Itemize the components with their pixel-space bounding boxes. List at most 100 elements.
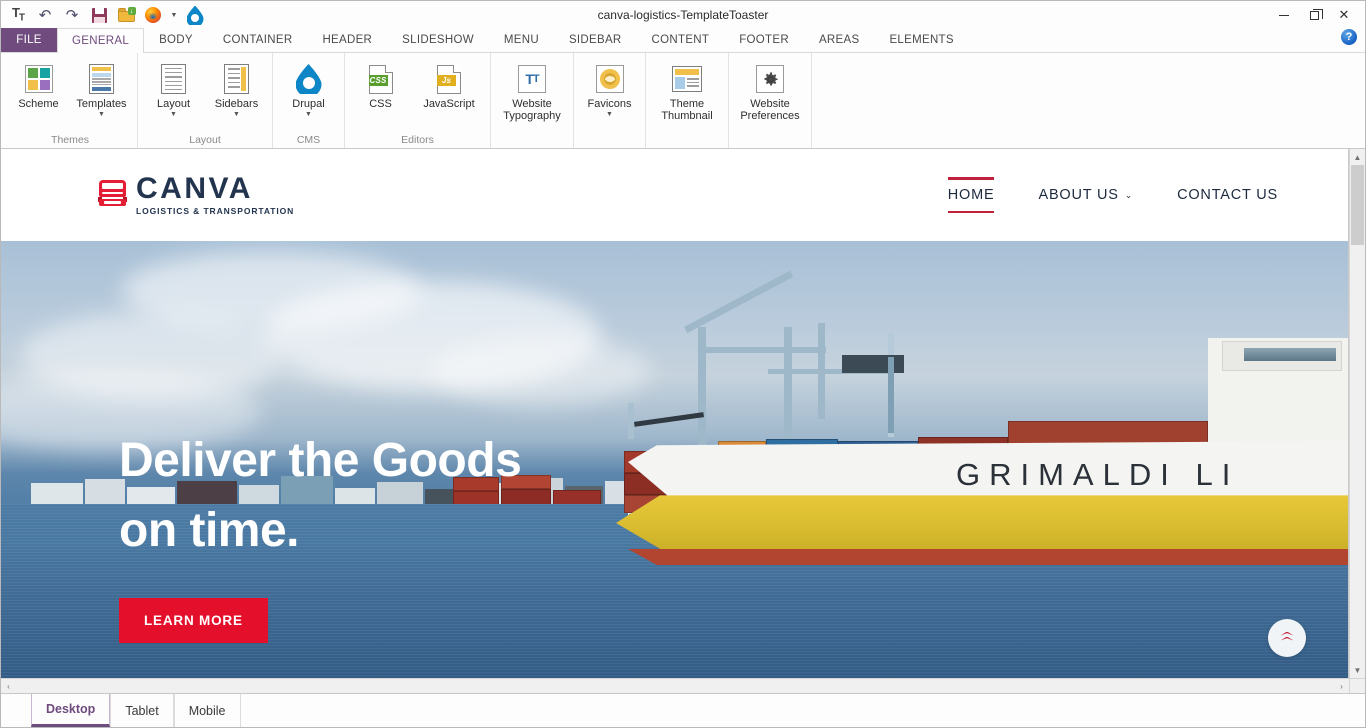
nav-label-contact-us: CONTACT US (1177, 187, 1278, 203)
ribbon-label-javascript: JavaScript (423, 98, 475, 110)
chevron-down-icon[interactable]: ▼ (233, 111, 240, 119)
cargo-ship: GRIMALDI LI (588, 270, 1348, 571)
ribbon-button-javascript[interactable]: Js JavaScript (412, 57, 486, 119)
ribbon-label-favicons: Favicons (587, 98, 632, 110)
horizontal-scroll-track[interactable] (16, 679, 1334, 693)
help-icon[interactable]: ? (1341, 29, 1357, 45)
typography-icon: TT (518, 62, 546, 96)
site-header: CANVA LOGISTICS & TRANSPORTATION HOME AB… (1, 149, 1348, 241)
js-chip-label: Js (437, 74, 456, 86)
scroll-right-arrow-icon[interactable]: › (1334, 679, 1349, 693)
chevron-down-icon[interactable]: ▼ (170, 111, 177, 119)
ribbon-label-sidebars: Sidebars (214, 98, 259, 110)
nav-item-home[interactable]: HOME (947, 177, 995, 213)
preview-dropdown-caret-icon[interactable]: ▼ (170, 5, 178, 25)
scroll-down-arrow-icon[interactable]: ▼ (1350, 662, 1365, 678)
vertical-scroll-track[interactable] (1350, 165, 1365, 662)
device-tab-tablet[interactable]: Tablet (110, 694, 174, 727)
window-controls: ✕ (1269, 1, 1365, 29)
site-navigation: HOME ABOUT US ⌄ CONTACT US (947, 177, 1278, 213)
ribbon-label-css: CSS (369, 98, 392, 110)
templatetoaster-window: TT ↶ ↷ ↓ ▼ canva-logistics-TemplateToast… (0, 0, 1366, 728)
ribbon-button-templates[interactable]: Templates ▼ (70, 57, 133, 120)
tab-content[interactable]: CONTENT (637, 28, 725, 52)
chevron-down-icon[interactable]: ▼ (98, 111, 105, 119)
ribbon-button-theme-thumbnail[interactable]: Theme Thumbnail (650, 57, 724, 123)
css-chip-label: CSS (368, 74, 388, 86)
ribbon-button-css[interactable]: CSS CSS (349, 57, 412, 119)
close-button[interactable]: ✕ (1329, 2, 1359, 28)
color-scheme-icon (24, 62, 53, 96)
tab-container[interactable]: CONTAINER (208, 28, 308, 52)
tab-elements[interactable]: ELEMENTS (874, 28, 968, 52)
ribbon-label-website-preferences: Website Preferences (740, 98, 800, 122)
nav-item-about-us[interactable]: ABOUT US ⌄ (1038, 177, 1133, 213)
nav-label-home: HOME (947, 187, 995, 203)
ribbon-group-label-editors: Editors (401, 134, 434, 146)
tab-general[interactable]: GENERAL (57, 28, 145, 53)
tab-file[interactable]: FILE (1, 28, 57, 52)
tab-areas[interactable]: AREAS (804, 28, 875, 52)
nav-label-about-us: ABOUT US (1038, 187, 1119, 203)
ship-hull-yellow (616, 495, 1348, 553)
ribbon-label-templates: Templates (76, 98, 127, 110)
ribbon-button-website-typography[interactable]: TT Website Typography (495, 57, 569, 123)
save-icon[interactable] (89, 5, 109, 25)
double-chevron-up-icon (1280, 631, 1294, 645)
chevron-down-icon[interactable]: ▼ (305, 111, 312, 119)
truck-icon (98, 180, 127, 210)
hero-slideshow: GRIMALDI LI Deliver the Goods on time. L… (1, 241, 1348, 678)
ribbon-group-label-layout: Layout (189, 134, 221, 146)
templates-icon (89, 62, 114, 96)
site-logo[interactable]: CANVA LOGISTICS & TRANSPORTATION (98, 172, 294, 216)
ribbon-group-label-themes: Themes (51, 134, 89, 146)
scroll-left-arrow-icon[interactable]: ‹ (1, 679, 16, 693)
website-preview-area: CANVA LOGISTICS & TRANSPORTATION HOME AB… (1, 149, 1365, 693)
logo-name: CANVA (136, 172, 253, 205)
undo-icon[interactable]: ↶ (35, 5, 55, 25)
ribbon-button-favicons[interactable]: Favicons ▼ (578, 57, 641, 120)
scroll-up-arrow-icon[interactable]: ▲ (1350, 149, 1365, 165)
hero-headline-line2: on time. (119, 504, 300, 557)
scroll-to-top-button[interactable] (1268, 619, 1306, 657)
ribbon-button-layout[interactable]: Layout ▼ (142, 57, 205, 120)
device-tab-mobile[interactable]: Mobile (173, 694, 241, 727)
preview-vertical-scrollbar[interactable]: ▲ ▼ (1349, 149, 1365, 678)
chevron-down-icon[interactable]: ▼ (606, 111, 613, 119)
open-folder-icon[interactable]: ↓ (116, 5, 136, 25)
ship-name-text: GRIMALDI LI (956, 457, 1240, 492)
typography-icon[interactable]: TT (8, 5, 28, 25)
drupal-icon[interactable] (185, 5, 205, 25)
ribbon-button-sidebars[interactable]: Sidebars ▼ (205, 57, 268, 120)
tab-menu[interactable]: MENU (489, 28, 554, 52)
ribbon-panel: Scheme Templates ▼ Themes Layout ▼ Sideb… (1, 53, 1365, 149)
device-tab-desktop[interactable]: Desktop (31, 694, 111, 727)
tab-body[interactable]: BODY (144, 28, 208, 52)
restore-button[interactable] (1299, 2, 1329, 28)
minimize-button[interactable] (1269, 2, 1299, 28)
ribbon-group-theme-thumbnail: Theme Thumbnail (646, 53, 729, 148)
tab-sidebar[interactable]: SIDEBAR (554, 28, 637, 52)
ribbon-label-drupal: Drupal (292, 98, 325, 110)
ribbon-group-typography: TT Website Typography (491, 53, 574, 148)
ribbon-button-website-preferences[interactable]: Website Preferences (733, 57, 807, 123)
tab-footer[interactable]: FOOTER (724, 28, 804, 52)
redo-icon[interactable]: ↷ (62, 5, 82, 25)
ribbon-button-drupal[interactable]: Drupal ▼ (277, 57, 340, 120)
nav-item-contact-us[interactable]: CONTACT US (1177, 177, 1278, 213)
device-preview-tabs: Desktop Tablet Mobile (1, 693, 1365, 727)
preview-horizontal-scrollbar[interactable]: ‹ › (1, 678, 1349, 693)
gear-icon (756, 62, 784, 96)
firefox-preview-icon[interactable] (143, 5, 163, 25)
ribbon-group-preferences: Website Preferences (729, 53, 812, 148)
tab-header[interactable]: HEADER (307, 28, 387, 52)
quick-access-toolbar: TT ↶ ↷ ↓ ▼ (1, 1, 205, 29)
learn-more-button[interactable]: LEARN MORE (119, 598, 268, 643)
ribbon-button-scheme[interactable]: Scheme (7, 57, 70, 119)
vertical-scroll-thumb[interactable] (1351, 165, 1364, 245)
tab-slideshow[interactable]: SLIDESHOW (387, 28, 489, 52)
drupal-icon (296, 62, 322, 96)
hero-headline-line1: Deliver the Goods (119, 434, 522, 487)
ribbon-tab-bar: FILE GENERAL BODY CONTAINER HEADER SLIDE… (1, 28, 1365, 53)
bridge-windows (1244, 348, 1336, 361)
